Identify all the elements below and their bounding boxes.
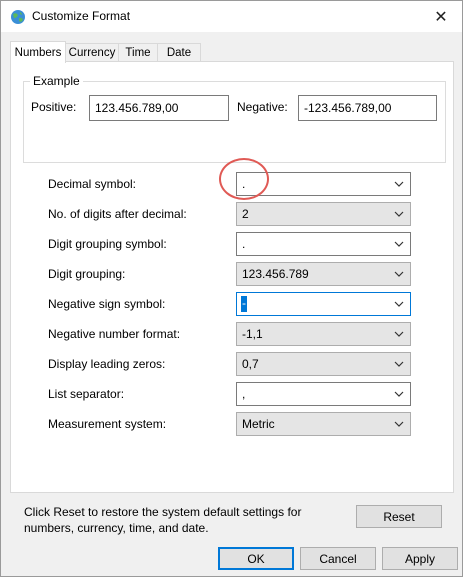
negative-label: Negative: [237,100,288,114]
negative-sign-symbol-combo[interactable]: - [236,292,411,316]
digit-grouping-combo[interactable]: 123.456.789 [236,262,411,286]
tab-numbers[interactable]: Numbers [10,41,66,63]
negative-example-box: -123.456.789,00 [298,95,437,121]
chevron-down-icon [394,181,404,187]
list-separator-combo[interactable]: , [236,382,411,406]
list-separator-label: List separator: [48,387,125,401]
annotation-circle [219,158,269,200]
measurement-system-combo[interactable]: Metric [236,412,411,436]
digit-grouping-symbol-label: Digit grouping symbol: [48,237,167,251]
negative-number-format-label: Negative number format: [48,327,181,341]
display-leading-zeros-combo[interactable]: 0,7 [236,352,411,376]
reset-description: Click Reset to restore the system defaul… [24,505,302,535]
example-legend: Example [30,74,83,88]
example-group: Example Positive: 123.456.789,00 Negativ… [23,74,446,163]
positive-label: Positive: [31,100,77,114]
apply-button[interactable]: Apply [382,547,458,570]
tab-time[interactable]: Time [118,43,158,62]
chevron-down-icon [394,421,404,427]
title-bar: Customize Format ✕ [1,1,462,32]
reset-button[interactable]: Reset [356,505,442,528]
ok-button[interactable]: OK [218,547,294,570]
chevron-down-icon [394,241,404,247]
close-button[interactable]: ✕ [420,1,462,32]
digits-after-decimal-combo[interactable]: 2 [236,202,411,226]
chevron-down-icon [394,361,404,367]
chevron-down-icon [394,211,404,217]
tab-currency[interactable]: Currency [65,43,119,62]
measurement-system-label: Measurement system: [48,417,167,431]
negative-example-value: -123.456.789,00 [304,101,392,115]
chevron-down-icon [394,391,404,397]
tab-date[interactable]: Date [157,43,201,62]
negative-sign-symbol-label: Negative sign symbol: [48,297,166,311]
digits-after-decimal-label: No. of digits after decimal: [48,207,187,221]
cancel-button[interactable]: Cancel [300,547,376,570]
chevron-down-icon [394,271,404,277]
close-icon: ✕ [434,8,448,26]
decimal-symbol-label: Decimal symbol: [48,177,137,191]
display-leading-zeros-label: Display leading zeros: [48,357,166,371]
chevron-down-icon [394,301,404,307]
chevron-down-icon [394,331,404,337]
negative-number-format-combo[interactable]: -1,1 [236,322,411,346]
digit-grouping-symbol-combo[interactable]: . [236,232,411,256]
digit-grouping-label: Digit grouping: [48,267,126,281]
positive-example-value: 123.456.789,00 [95,101,179,115]
globe-icon [10,9,26,25]
customize-format-dialog: Customize Format ✕ Numbers Currency Time… [0,0,463,577]
window-title: Customize Format [32,9,131,23]
numbers-panel: Example Positive: 123.456.789,00 Negativ… [10,61,454,493]
positive-example-box: 123.456.789,00 [89,95,229,121]
